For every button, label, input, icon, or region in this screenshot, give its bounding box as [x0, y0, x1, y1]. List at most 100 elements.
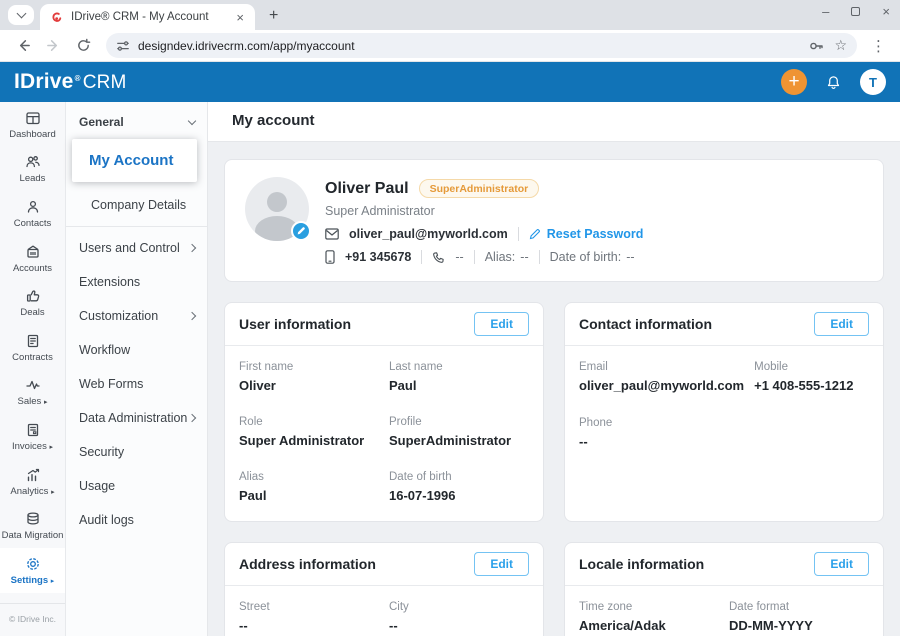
reset-password-link[interactable]: Reset Password [529, 227, 643, 241]
window-maximize-button[interactable] [851, 7, 861, 16]
new-tab-button[interactable]: + [263, 7, 284, 25]
field-first-name: First name Oliver [239, 361, 294, 393]
sidebar-item-sales[interactable]: Sales ▸ [0, 370, 65, 415]
window-close-button[interactable]: × [882, 4, 890, 19]
notifications-bell-icon[interactable] [825, 74, 842, 91]
back-button[interactable] [10, 33, 36, 59]
field-role: Role Super Administrator [239, 416, 365, 448]
submenu-arrow-icon: ▸ [51, 487, 55, 496]
edit-contact-information-button[interactable]: Edit [814, 312, 869, 336]
edit-address-information-button[interactable]: Edit [474, 552, 529, 576]
analytics-icon [24, 466, 42, 484]
sidebar-item-data-migration[interactable]: Data Migration [0, 503, 65, 548]
logo-registered-mark: ® [74, 74, 81, 83]
sidebar-item-dashboard[interactable]: Dashboard [0, 102, 65, 147]
card-title: Address information [239, 556, 376, 572]
edit-locale-information-button[interactable]: Edit [814, 552, 869, 576]
edit-user-information-button[interactable]: Edit [474, 312, 529, 336]
user-information-card: User information Edit First name Oliver … [224, 302, 544, 522]
quick-add-button[interactable]: + [781, 69, 807, 95]
bookmark-star-icon[interactable]: ☆ [834, 38, 847, 54]
role-badge: SuperAdministrator [418, 179, 540, 198]
profile-alias-value: -- [520, 250, 529, 264]
browser-toolbar: designdev.idrivecrm.com/app/myaccount ☆ … [0, 30, 900, 62]
app-header: IDrive ® CRM + T [0, 62, 900, 102]
subnav-item-data-administration[interactable]: Data Administration [66, 401, 207, 435]
subnav-item-security[interactable]: Security [66, 435, 207, 469]
subnav-item-extensions[interactable]: Extensions [66, 265, 207, 299]
copyright-text: © IDrive Inc. [0, 603, 65, 636]
mobile-icon [325, 250, 335, 264]
field-date-format: Date format DD-MM-YYYY [729, 601, 813, 633]
sidebar-item-accounts[interactable]: Accounts [0, 236, 65, 281]
sidebar-item-settings[interactable]: Settings ▸ [0, 547, 65, 593]
logo-suffix: CRM [82, 72, 127, 93]
profile-name: Oliver Paul [325, 179, 409, 197]
subnav-item-my-account[interactable]: My Account [72, 139, 197, 182]
tune-icon[interactable] [116, 39, 130, 53]
main-content: My account Oliver Paul SuperAdministrato… [208, 102, 900, 636]
url-text[interactable]: designdev.idrivecrm.com/app/myaccount [138, 39, 808, 53]
tab-search-button[interactable] [8, 5, 34, 25]
subnav-item-company-details[interactable]: Company Details [66, 188, 207, 224]
field-phone: Phone -- [579, 417, 613, 449]
submenu-arrow-icon: ▸ [50, 576, 55, 585]
primary-sidebar: Dashboard Leads Contacts Accounts Deals … [0, 102, 66, 636]
idrive-favicon-icon [50, 11, 63, 24]
sidebar-item-leads[interactable]: Leads [0, 147, 65, 192]
browser-menu-icon[interactable]: ⋮ [867, 37, 890, 55]
browser-tab[interactable]: IDrive® CRM - My Account × [40, 4, 255, 30]
tab-close-icon[interactable]: × [233, 10, 247, 25]
page-header: My account [208, 102, 900, 142]
subnav-item-audit-logs[interactable]: Audit logs [66, 503, 207, 537]
submenu-arrow-icon: ▸ [43, 398, 48, 407]
window-minimize-button[interactable]: – [822, 4, 829, 19]
field-email: Email oliver_paul@myworld.com [579, 361, 745, 393]
divider [421, 250, 423, 264]
field-street: Street -- [239, 601, 270, 633]
phone-icon [432, 251, 445, 264]
contact-information-card: Contact information Edit Email oliver_pa… [564, 302, 884, 522]
reload-button[interactable] [70, 33, 96, 59]
browser-window: IDrive® CRM - My Account × + – × designd… [0, 0, 900, 636]
field-profile: Profile SuperAdministrator [389, 416, 512, 448]
idrive-crm-logo: IDrive ® CRM [14, 70, 127, 94]
user-avatar-button[interactable]: T [860, 69, 886, 95]
sidebar-item-contacts[interactable]: Contacts [0, 191, 65, 236]
field-city: City -- [389, 601, 409, 633]
subnav-item-usage[interactable]: Usage [66, 469, 207, 503]
forward-button[interactable] [40, 33, 66, 59]
chevron-right-icon [187, 413, 197, 423]
url-bar[interactable]: designdev.idrivecrm.com/app/myaccount ☆ [106, 33, 857, 58]
subnav-item-customization[interactable]: Customization [66, 299, 207, 333]
subnav-item-workflow[interactable]: Workflow [66, 333, 207, 367]
divider [538, 250, 540, 264]
subnav-group-general[interactable]: General [66, 102, 207, 137]
tab-title: IDrive® CRM - My Account [71, 11, 209, 23]
field-date-of-birth: Date of birth 16-07-1996 [389, 471, 456, 503]
profile-email: oliver_paul@myworld.com [349, 227, 508, 241]
logo-main: IDrive [14, 70, 74, 93]
field-alias: Alias Paul [239, 471, 267, 503]
chevron-down-icon [187, 116, 197, 125]
sales-icon [24, 376, 42, 394]
sidebar-item-analytics[interactable]: Analytics ▸ [0, 459, 65, 504]
field-last-name: Last name Paul [389, 361, 443, 393]
chevron-down-icon [16, 8, 26, 19]
browser-tabstrip: IDrive® CRM - My Account × + – × [0, 0, 900, 30]
password-key-icon[interactable] [808, 38, 824, 54]
card-title: Contact information [579, 316, 712, 332]
sidebar-item-invoices[interactable]: Invoices ▸ [0, 414, 65, 459]
chevron-right-icon [187, 243, 197, 253]
sidebar-item-contracts[interactable]: Contracts [0, 325, 65, 370]
subnav-item-web-forms[interactable]: Web Forms [66, 367, 207, 401]
field-mobile: Mobile +1 408-555-1212 [754, 361, 854, 393]
divider [66, 226, 207, 227]
chevron-right-icon [187, 311, 197, 321]
subnav-item-users-and-control[interactable]: Users and Control [66, 231, 207, 265]
contracts-icon [24, 332, 42, 350]
sidebar-item-deals[interactable]: Deals [0, 280, 65, 325]
dashboard-icon [24, 109, 42, 127]
avatar-edit-button[interactable] [291, 221, 311, 241]
submenu-arrow-icon: ▸ [49, 442, 53, 451]
